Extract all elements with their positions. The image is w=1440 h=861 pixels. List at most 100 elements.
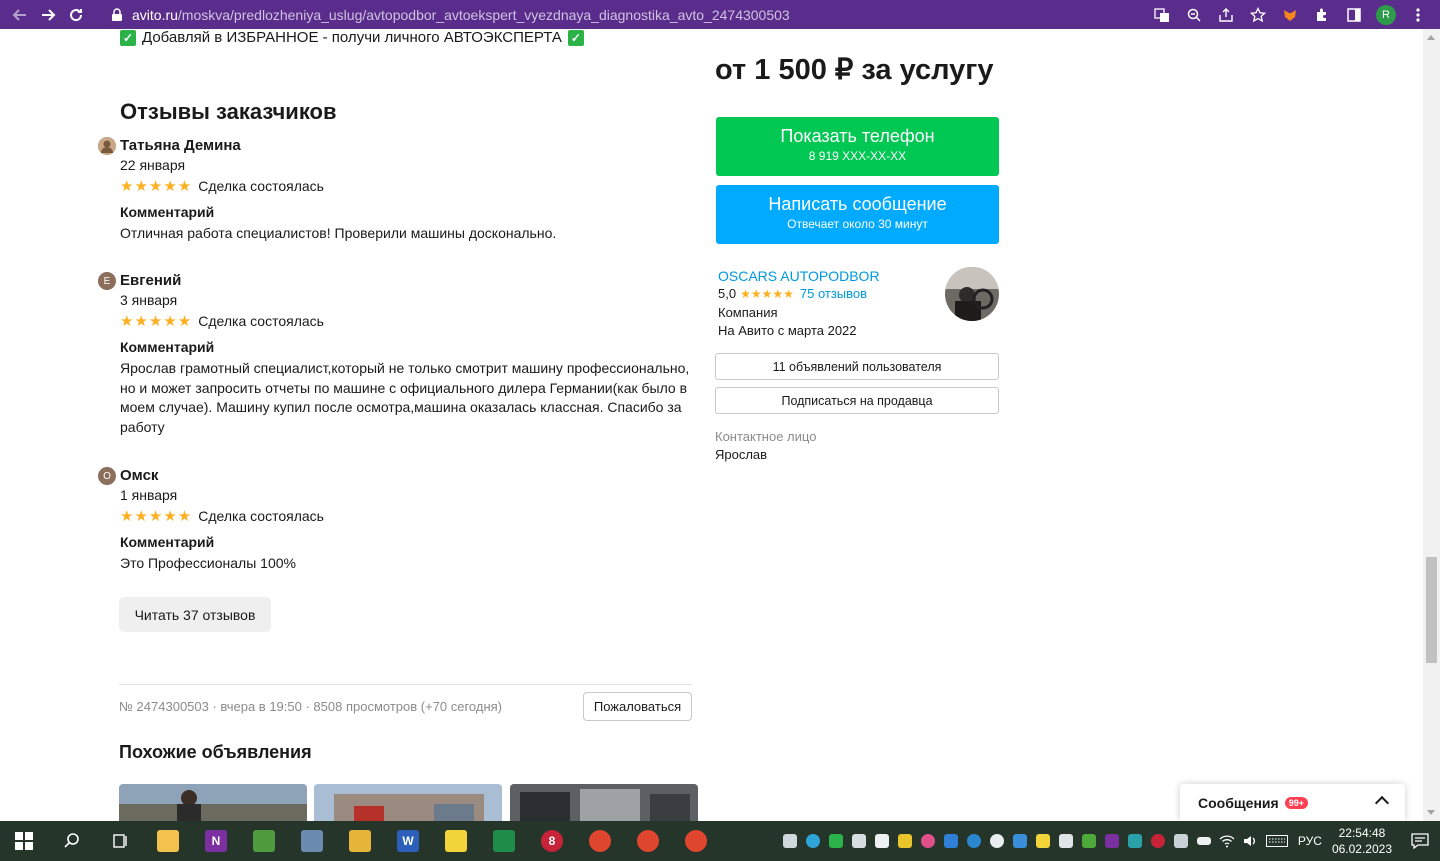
seller-reviews-link[interactable]: 75 отзывов [800,286,867,301]
forward-arrow-icon[interactable] [34,1,62,29]
wifi-icon[interactable] [1216,821,1239,861]
messages-badge: 99+ [1284,796,1308,809]
language-indicator[interactable]: РУС [1298,834,1322,848]
chevron-up-icon[interactable] [1374,795,1390,811]
complain-button[interactable]: Пожаловаться [583,692,692,721]
fox-extension-icon[interactable] [1276,1,1304,29]
similar-ad-thumbnail[interactable] [314,784,502,821]
review-item: О Омск 1 января ★★★★★ Сделка состоялась … [98,467,698,577]
word-app-icon[interactable]: W [384,821,432,861]
edge-tray-icon[interactable] [802,821,825,861]
windows-start-icon[interactable] [0,821,48,861]
block-tray-icon[interactable] [986,821,1009,861]
scroll-thumb[interactable] [1426,557,1437,663]
app-tray-icon[interactable] [1124,821,1147,861]
chrome-app-icon[interactable] [624,821,672,861]
kebab-menu-icon[interactable] [1404,1,1432,29]
notification-icon[interactable] [1400,821,1440,861]
lock-icon [112,7,122,21]
show-phone-button[interactable]: Показать телефон 8 919 XXX-XX-XX [716,117,999,176]
sidepanel-icon[interactable] [1340,1,1368,29]
telegram-tray-icon[interactable] [779,821,802,861]
search-icon[interactable] [48,821,96,861]
comment-label: Комментарий [120,204,215,220]
review-rating: ★★★★★ Сделка состоялась [120,312,324,330]
scroll-down-arrow-icon[interactable] [1427,810,1435,815]
review-author[interactable]: Евгений [120,272,181,289]
volume-icon[interactable] [1239,821,1262,861]
onenote-app-icon[interactable]: N [192,821,240,861]
windows-taskbar: N W 8 РУС 22:54:48 06.02.2023 [0,821,1440,861]
deal-status: Сделка состоялась [198,178,324,194]
notes-app-icon[interactable] [240,821,288,861]
messages-widget[interactable]: Сообщения 99+ [1180,784,1405,821]
folder-app-icon[interactable] [336,821,384,861]
messages-label: Сообщения [1198,794,1279,811]
seller-rating: 5,0 ★★★★★ 75 отзывов [718,286,867,301]
review-rating: ★★★★★ Сделка состоялась [120,177,324,195]
keyboard-icon[interactable] [1262,821,1292,861]
translate-icon[interactable] [1148,1,1176,29]
system-tray: РУС 22:54:48 06.02.2023 [779,821,1440,861]
review-item: Е Евгений 3 января ★★★★★ Сделка состояла… [98,272,698,442]
write-message-button[interactable]: Написать сообщение Отвечает около 30 мин… [716,185,999,244]
deal-status: Сделка состоялась [198,313,324,329]
review-author[interactable]: Татьяна Демина [120,137,241,154]
target-tray-icon[interactable] [917,821,940,861]
address-bar[interactable]: avito.ru/moskva/predlozheniya_uslug/avto… [110,0,790,29]
review-comment: Отличная работа специалистов! Проверили … [120,225,557,241]
scroll-up-arrow-icon[interactable] [1427,35,1435,40]
puzzle-extensions-icon[interactable] [1308,1,1336,29]
seller-ads-button[interactable]: 11 объявлений пользователя [715,353,999,380]
cloud-tray-icon[interactable] [1170,821,1193,861]
notes-tray-icon[interactable] [894,821,917,861]
seller-avatar[interactable] [945,267,999,321]
monitor-tray-icon[interactable] [848,821,871,861]
subscribe-seller-button[interactable]: Подписаться на продавца [715,387,999,414]
bookmark-star-icon[interactable] [1244,1,1272,29]
seller-name-link[interactable]: OSCARS AUTOPODBOR [718,268,880,284]
file-explorer-app-icon[interactable] [144,821,192,861]
review-rating: ★★★★★ Сделка состоялась [120,507,324,525]
reload-icon[interactable] [62,1,90,29]
shield-tray-icon[interactable] [825,821,848,861]
zoom-icon[interactable] [1180,1,1208,29]
review-author[interactable]: Омск [120,467,158,484]
seller-rating-value: 5,0 [718,286,737,301]
profile-avatar[interactable]: R [1372,1,1400,29]
chrome-app-icon[interactable] [672,821,720,861]
similar-ad-thumbnail[interactable] [510,784,698,821]
battery-icon[interactable] [1193,821,1216,861]
window-tray-icon[interactable] [1055,821,1078,861]
share-icon[interactable] [1212,1,1240,29]
excel-app-icon[interactable] [480,821,528,861]
file-tray-icon[interactable] [871,821,894,861]
avatar [98,137,116,155]
page-scrollbar[interactable] [1423,29,1440,821]
similar-ads-title: Похожие объявления [119,742,312,762]
app-tray-icon[interactable] [1078,821,1101,861]
checkmark-icon: ✓ [120,29,136,46]
sticky-notes-app-icon[interactable] [432,821,480,861]
similar-ad-thumbnail[interactable] [119,784,307,821]
sticky-tray-icon[interactable] [1032,821,1055,861]
app-icon[interactable]: 8 [528,821,576,861]
read-reviews-button[interactable]: Читать 37 отзывов [119,597,271,632]
back-arrow-icon[interactable] [6,1,34,29]
app-icon[interactable] [288,821,336,861]
seller-since: На Авито с марта 2022 [718,323,857,338]
comment-label: Комментарий [120,534,215,550]
onenote-tray-icon[interactable] [1101,821,1124,861]
phone-number-mask: 8 919 XXX-XX-XX [808,149,907,163]
task-view-icon[interactable] [96,821,144,861]
snip-tray-icon[interactable] [940,821,963,861]
avatar: Е [98,272,116,290]
clock[interactable]: 22:54:48 06.02.2023 [1332,825,1392,857]
app-tray-icon[interactable] [1009,821,1032,861]
review-item: Татьяна Демина 22 января ★★★★★ Сделка со… [98,137,698,247]
browser-toolbar: avito.ru/moskva/predlozheniya_uslug/avto… [0,0,1440,29]
chrome-app-icon[interactable] [576,821,624,861]
app-tray-icon[interactable] [1147,821,1170,861]
app-tray-icon[interactable] [963,821,986,861]
write-message-label: Написать сообщение [768,194,947,214]
